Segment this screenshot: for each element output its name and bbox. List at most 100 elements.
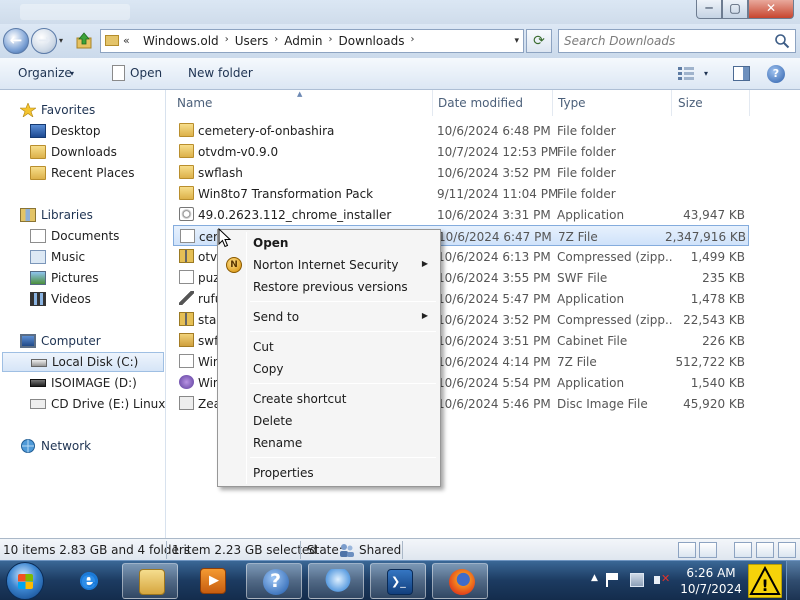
table-row[interactable]: cemetery-of-onbashira 10/6/2024 6:48 PM …	[173, 120, 749, 141]
change-view-icon[interactable]	[678, 67, 694, 80]
search-icon[interactable]	[774, 33, 790, 49]
nav-isoimage-d[interactable]: ISOIMAGE (D:)	[0, 373, 165, 393]
nav-network[interactable]: Network	[0, 436, 165, 456]
table-row[interactable]: swflash 10/6/2024 3:52 PM File folder	[173, 162, 749, 183]
menu-item-rename[interactable]: Rename	[220, 432, 438, 454]
start-button-icon[interactable]	[6, 562, 44, 600]
navigation-pane-toggle-icon[interactable]	[778, 542, 796, 558]
refresh-button[interactable]: ⟳	[526, 29, 552, 53]
taskbar-powershell[interactable]	[370, 563, 426, 599]
table-row[interactable]: otvdm-v0.9.0 10/7/2024 12:53 PM File fol…	[173, 141, 749, 162]
taskbar-internet-explorer[interactable]	[60, 563, 116, 599]
back-button[interactable]: ←	[3, 28, 29, 54]
nav-libraries[interactable]: Libraries	[0, 205, 165, 225]
menu-item-open[interactable]: Open	[220, 232, 438, 254]
hard-drive-icon	[31, 359, 47, 367]
breadcrumb-separator[interactable]: ›	[223, 34, 231, 48]
minimize-button[interactable]: ─	[696, 0, 722, 19]
videos-icon	[30, 292, 46, 306]
status-separator	[300, 541, 301, 559]
action-center-flag-icon[interactable]	[606, 573, 620, 587]
show-hidden-icons-icon[interactable]: ▲	[591, 573, 598, 583]
menu-item-create-shortcut[interactable]: Create shortcut	[220, 388, 438, 410]
table-row[interactable]: Win8to7 Transformation Pack 9/11/2024 11…	[173, 183, 749, 204]
address-dropdown-arrow[interactable]: ▾	[514, 36, 519, 46]
breadcrumb-separator[interactable]: ›	[327, 34, 335, 48]
breadcrumb-separator[interactable]: ›	[272, 34, 280, 48]
views-dropdown-arrow[interactable]: ▾	[704, 69, 708, 78]
taskbar-windows-explorer[interactable]	[122, 563, 178, 599]
nav-videos[interactable]: Videos	[0, 289, 165, 309]
breadcrumb-separator[interactable]: ›	[408, 34, 416, 48]
up-folder-icon[interactable]	[75, 32, 93, 50]
file-size: 235 KB	[702, 271, 745, 285]
search-input[interactable]	[564, 33, 769, 49]
menu-item-send-to[interactable]: Send to ▶	[220, 306, 438, 328]
forward-button[interactable]: →	[31, 28, 57, 54]
taskbar-help-and-support[interactable]	[246, 563, 302, 599]
nav-recent-places[interactable]: Recent Places	[0, 163, 165, 183]
column-type[interactable]: Type	[558, 96, 586, 110]
close-button[interactable]: ✕	[748, 0, 794, 19]
menu-item-properties[interactable]: Properties	[220, 462, 438, 484]
nav-cd-drive-e[interactable]: CD Drive (E:) Linux M	[0, 394, 166, 414]
layout-panes-icon[interactable]	[734, 542, 752, 558]
search-box[interactable]	[558, 29, 796, 53]
details-view-icon[interactable]	[678, 542, 696, 558]
nav-favorites[interactable]: Favorites	[0, 100, 165, 120]
nav-cd-drive-label: CD Drive (E:) Linux M	[51, 397, 166, 411]
file-date: 10/6/2024 3:52 PM	[437, 166, 551, 180]
documents-icon	[30, 229, 46, 243]
address-bar[interactable]: « Windows.old › Users › Admin › Download…	[100, 29, 524, 53]
nav-computer[interactable]: Computer	[0, 331, 165, 351]
column-name[interactable]: Name	[177, 96, 212, 110]
taskbar-bird-app[interactable]	[308, 563, 364, 599]
menu-item-delete[interactable]: Delete	[220, 410, 438, 432]
nav-local-disk-c[interactable]: Local Disk (C:)	[2, 352, 164, 372]
breadcrumb-users[interactable]: Users	[231, 34, 273, 48]
breadcrumb-downloads[interactable]: Downloads	[335, 34, 409, 48]
preview-pane-icon[interactable]	[733, 66, 750, 81]
clock[interactable]: 6:26 AM 10/7/2024	[678, 565, 744, 597]
menu-item-properties-label: Properties	[253, 466, 314, 480]
menu-item-restore-previous-versions[interactable]: Restore previous versions	[220, 276, 438, 298]
nav-pictures[interactable]: Pictures	[0, 268, 165, 288]
taskbar-firefox[interactable]	[432, 563, 488, 599]
column-date-modified[interactable]: Date modified	[438, 96, 523, 110]
table-row[interactable]: 49.0.2623.112_chrome_installer 10/6/2024…	[173, 204, 749, 225]
column-size[interactable]: Size	[678, 96, 703, 110]
show-desktop-button[interactable]	[786, 561, 800, 600]
column-separator[interactable]	[749, 90, 750, 116]
recent-pages-dropdown[interactable]: ▾	[59, 36, 63, 45]
organize-dropdown-arrow[interactable]: ▾	[70, 69, 74, 78]
column-separator[interactable]	[671, 90, 672, 116]
network-status-icon[interactable]	[630, 573, 644, 587]
nav-desktop[interactable]: Desktop	[0, 121, 165, 141]
organize-button[interactable]: Organize	[18, 66, 72, 80]
taskbar-media-player[interactable]	[184, 563, 240, 599]
breadcrumb-admin[interactable]: Admin	[280, 34, 326, 48]
windows-explorer-icon	[139, 569, 165, 595]
nav-documents[interactable]: Documents	[0, 226, 165, 246]
column-separator[interactable]	[552, 90, 553, 116]
open-button[interactable]: Open	[130, 66, 162, 80]
new-folder-button[interactable]: New folder	[188, 66, 253, 80]
large-icons-view-icon[interactable]	[699, 542, 717, 558]
warning-icon[interactable]: !	[748, 564, 782, 598]
preview-toggle-icon[interactable]	[756, 542, 774, 558]
disc-image-icon	[179, 396, 194, 410]
nav-music[interactable]: Music	[0, 247, 165, 267]
address-overflow-chevron[interactable]: «	[123, 34, 130, 47]
menu-separator	[250, 383, 436, 384]
nav-downloads[interactable]: Downloads	[0, 142, 165, 162]
breadcrumb-windows-old[interactable]: Windows.old	[139, 34, 223, 48]
menu-item-cut[interactable]: Cut	[220, 336, 438, 358]
open-file-icon	[112, 65, 125, 81]
menu-item-norton[interactable]: N Norton Internet Security ▶	[220, 254, 438, 276]
volume-muted-icon[interactable]	[654, 572, 670, 587]
column-separator[interactable]	[432, 90, 433, 116]
menu-item-copy[interactable]: Copy	[220, 358, 438, 380]
command-bar: Organize ▾ Open New folder ▾ ?	[0, 58, 800, 90]
help-icon[interactable]: ?	[767, 65, 785, 83]
maximize-button[interactable]: ▢	[722, 0, 748, 19]
